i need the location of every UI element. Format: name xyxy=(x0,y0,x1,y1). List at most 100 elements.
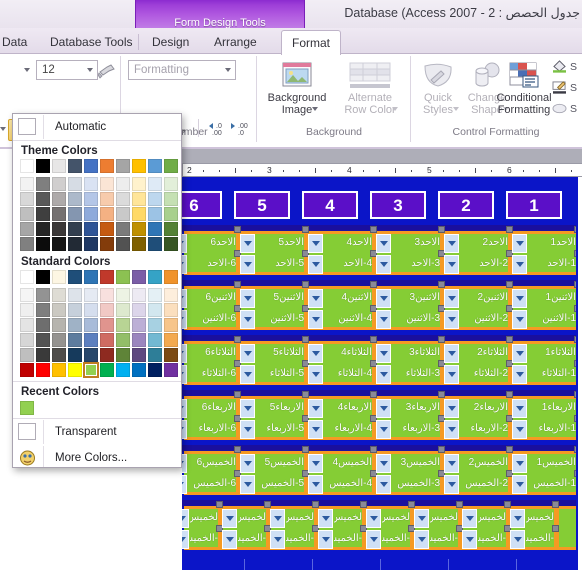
color-swatch[interactable] xyxy=(68,363,82,377)
form-combo-box[interactable] xyxy=(318,530,333,549)
form-combo-box[interactable] xyxy=(444,420,459,439)
form-combo-box[interactable] xyxy=(376,289,391,308)
color-swatch[interactable] xyxy=(52,222,66,236)
form-combo-box[interactable] xyxy=(240,234,255,253)
header-cell-3[interactable]: 3 xyxy=(370,191,426,219)
selection-handle[interactable] xyxy=(234,281,241,288)
form-control-label[interactable]: 5-الاثنين xyxy=(256,311,304,328)
color-swatch[interactable] xyxy=(132,348,146,362)
form-control-label[interactable]: الاحد2 xyxy=(460,235,508,252)
selection-handle[interactable] xyxy=(506,281,513,288)
form-combo-box[interactable] xyxy=(444,310,459,329)
color-swatch[interactable] xyxy=(84,237,98,251)
form-control-label[interactable]: الاثنين3 xyxy=(392,290,440,307)
color-swatch[interactable] xyxy=(52,192,66,206)
form-combo-box[interactable] xyxy=(308,289,323,308)
color-swatch[interactable] xyxy=(20,363,34,377)
form-control-label[interactable]: -الخميس xyxy=(190,531,218,548)
form-combo-box[interactable] xyxy=(510,530,525,549)
color-swatch[interactable] xyxy=(84,318,98,332)
color-swatch[interactable] xyxy=(20,303,34,317)
selection-handle[interactable] xyxy=(312,501,319,508)
form-control-label[interactable]: 6-الاحد xyxy=(188,256,236,273)
color-swatch[interactable] xyxy=(52,363,66,377)
selection-handle[interactable] xyxy=(504,501,511,508)
color-swatch[interactable] xyxy=(20,192,34,206)
form-combo-box[interactable] xyxy=(444,234,459,253)
tab-database-tools[interactable]: Database Tools xyxy=(40,30,143,54)
color-swatch[interactable] xyxy=(132,222,146,236)
color-swatch[interactable] xyxy=(68,207,82,221)
form-control-label[interactable]: 1-الخميس xyxy=(528,476,576,493)
color-swatch[interactable] xyxy=(148,348,162,362)
selection-handle[interactable] xyxy=(370,446,377,453)
form-combo-box[interactable] xyxy=(512,289,527,308)
fill-color-dropdown-menu[interactable]: Automatic Theme Colors Standard Colors R… xyxy=(12,113,182,468)
selection-handle[interactable] xyxy=(216,501,223,508)
menu-item-automatic[interactable]: Automatic xyxy=(13,114,181,140)
standard-colors-grid[interactable] xyxy=(13,270,181,378)
form-combo-box[interactable] xyxy=(308,344,323,363)
form-control-label[interactable]: 1-الاحد xyxy=(528,256,576,273)
color-swatch[interactable] xyxy=(100,318,114,332)
color-swatch[interactable] xyxy=(100,207,114,221)
form-control-label[interactable]: -الخميس xyxy=(382,531,410,548)
color-swatch[interactable] xyxy=(20,222,34,236)
color-swatch[interactable] xyxy=(148,192,162,206)
color-swatch[interactable] xyxy=(36,333,50,347)
form-control-label[interactable]: 3-الثلاثاء xyxy=(392,366,440,383)
form-control-label[interactable]: الثلاثاء5 xyxy=(256,345,304,362)
color-swatch[interactable] xyxy=(116,303,130,317)
color-swatch[interactable] xyxy=(116,207,130,221)
color-swatch[interactable] xyxy=(68,288,82,302)
header-cell-5[interactable]: 5 xyxy=(234,191,290,219)
form-combo-box[interactable] xyxy=(366,530,381,549)
color-swatch[interactable] xyxy=(52,207,66,221)
color-swatch[interactable] xyxy=(84,303,98,317)
form-control-label[interactable]: -الخميس xyxy=(334,531,362,548)
color-swatch[interactable] xyxy=(68,192,82,206)
form-control-label[interactable]: 4-الثلاثاء xyxy=(324,366,372,383)
form-combo-box[interactable] xyxy=(308,255,323,274)
form-combo-box[interactable] xyxy=(182,255,187,274)
color-swatch[interactable] xyxy=(164,288,178,302)
color-swatch[interactable] xyxy=(84,192,98,206)
color-swatch[interactable] xyxy=(148,333,162,347)
shape-effects-icon[interactable] xyxy=(552,102,567,115)
color-swatch[interactable] xyxy=(84,333,98,347)
form-combo-box[interactable] xyxy=(240,420,255,439)
color-swatch[interactable] xyxy=(36,237,50,251)
color-swatch[interactable] xyxy=(164,363,178,377)
form-combo-box[interactable] xyxy=(240,399,255,418)
color-swatch[interactable] xyxy=(164,348,178,362)
form-control-label[interactable]: الثلاثاء3 xyxy=(392,345,440,362)
form-detail-row[interactable]: الاربعاء6 6-الاربعاء الاربعاء5 5-الاربعاء ال… xyxy=(182,390,582,445)
selection-handle[interactable] xyxy=(506,226,513,233)
form-combo-box[interactable] xyxy=(512,310,527,329)
tab-arrange[interactable]: Arrange xyxy=(204,30,267,54)
form-combo-box[interactable] xyxy=(308,454,323,473)
color-swatch[interactable] xyxy=(148,318,162,332)
color-swatch[interactable] xyxy=(164,192,178,206)
color-swatch[interactable] xyxy=(52,303,66,317)
color-swatch[interactable] xyxy=(132,192,146,206)
selection-handle[interactable] xyxy=(264,501,271,508)
color-swatch[interactable] xyxy=(36,192,50,206)
form-control-label[interactable]: الخميس2 xyxy=(460,455,508,472)
selection-handle[interactable] xyxy=(408,501,415,508)
color-swatch[interactable] xyxy=(148,159,162,173)
form-control-label[interactable]: لخميس1 xyxy=(526,510,554,527)
selection-handle[interactable] xyxy=(302,336,309,343)
color-swatch[interactable] xyxy=(100,192,114,206)
selection-handle[interactable] xyxy=(438,446,445,453)
color-swatch[interactable] xyxy=(52,318,66,332)
form-design-surface[interactable]: 6 5 4 3 2 1 الاحد6 6-الاحد الاحد5 5-الاحد ال… xyxy=(182,177,582,570)
color-swatch[interactable] xyxy=(52,288,66,302)
selection-handle[interactable] xyxy=(302,226,309,233)
color-swatch[interactable] xyxy=(84,348,98,362)
color-swatch[interactable] xyxy=(148,303,162,317)
form-combo-box[interactable] xyxy=(182,365,187,384)
form-control-label[interactable]: لخميس5 xyxy=(334,510,362,527)
color-swatch[interactable] xyxy=(132,159,146,173)
theme-colors-grid[interactable] xyxy=(13,159,181,252)
